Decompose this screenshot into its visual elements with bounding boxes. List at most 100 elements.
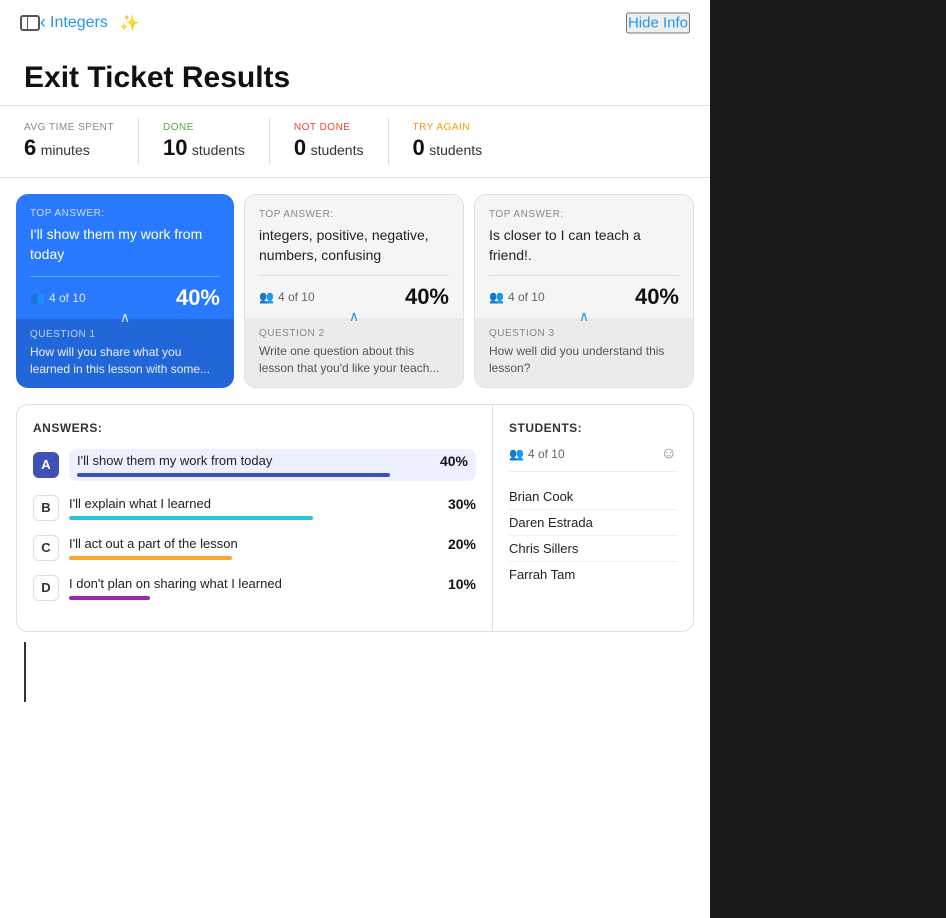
hide-info-button[interactable]: Hide Info bbox=[626, 12, 690, 33]
people-icon-q1: 👥 bbox=[30, 291, 45, 305]
stat-done-unit: students bbox=[192, 142, 245, 158]
student-chris-sillers: Chris Sillers bbox=[509, 536, 677, 562]
top-nav: ‹ Integers ✨ Hide Info bbox=[0, 0, 710, 45]
answer-item-b[interactable]: B I'll explain what I learned 30% bbox=[33, 495, 476, 521]
q2-count: 👥 4 of 10 bbox=[259, 290, 315, 304]
answer-content-b: I'll explain what I learned 30% bbox=[69, 496, 476, 520]
answers-title: ANSWERS: bbox=[33, 421, 476, 435]
stat-try-again-value: 0 bbox=[413, 135, 425, 160]
q1-count: 👥 4 of 10 bbox=[30, 291, 86, 305]
stat-try-again: TRY AGAIN 0 students bbox=[413, 118, 507, 165]
people-icon-q2: 👥 bbox=[259, 290, 274, 304]
q2-percent: 40% bbox=[405, 284, 449, 310]
question-card-2[interactable]: TOP ANSWER: integers, positive, negative… bbox=[244, 194, 464, 388]
bottom-section: ANSWERS: A I'll show them my work from t… bbox=[16, 404, 694, 632]
answer-text-c: I'll act out a part of the lesson bbox=[69, 536, 238, 551]
answer-letter-c: C bbox=[33, 535, 59, 561]
answer-pct-a: 40% bbox=[440, 453, 468, 469]
chevron-up-icon-q3: ∧ bbox=[579, 308, 589, 325]
students-title: STUDENTS: bbox=[509, 421, 677, 435]
student-brian-cook: Brian Cook bbox=[509, 484, 677, 510]
chevron-up-icon-q2: ∧ bbox=[349, 308, 359, 325]
q2-question-text: Write one question about this lesson tha… bbox=[259, 343, 449, 377]
q3-top-answer-label: TOP ANSWER: bbox=[489, 209, 679, 220]
answer-bar-d bbox=[69, 596, 150, 600]
stat-avg-time-unit: minutes bbox=[41, 142, 90, 158]
sparkle-icon: ✨ bbox=[120, 13, 140, 33]
answer-text-b: I'll explain what I learned bbox=[69, 496, 211, 511]
q2-top-answer-text: integers, positive, negative, numbers, c… bbox=[259, 226, 449, 265]
question-card-1-top: TOP ANSWER: I'll show them my work from … bbox=[16, 194, 234, 276]
answer-pct-d: 10% bbox=[448, 576, 476, 592]
students-count-row: 👥 4 of 10 ☺ bbox=[509, 445, 677, 472]
stat-not-done-label: NOT DONE bbox=[294, 122, 364, 133]
stat-try-again-label: TRY AGAIN bbox=[413, 122, 483, 133]
question-card-1-bottom: ∧ QUESTION 1 How will you share what you… bbox=[16, 319, 234, 388]
stats-row: AVG TIME SPENT 6 minutes DONE 10 student… bbox=[0, 105, 710, 178]
dark-panel bbox=[710, 0, 946, 918]
answer-pct-b: 30% bbox=[448, 496, 476, 512]
answer-item-a[interactable]: A I'll show them my work from today 40% bbox=[33, 449, 476, 481]
answer-text-row-a: I'll show them my work from today 40% bbox=[77, 453, 468, 469]
answers-panel: ANSWERS: A I'll show them my work from t… bbox=[17, 405, 493, 631]
q3-number-label: QUESTION 3 bbox=[489, 328, 679, 339]
stat-avg-time: AVG TIME SPENT 6 minutes bbox=[24, 118, 139, 165]
stat-done-label: DONE bbox=[163, 122, 245, 133]
answer-content-d: I don't plan on sharing what I learned 1… bbox=[69, 576, 476, 600]
q3-count: 👥 4 of 10 bbox=[489, 290, 545, 304]
answer-letter-d: D bbox=[33, 575, 59, 601]
q1-question-text: How will you share what you learned in t… bbox=[30, 344, 220, 378]
students-count: 👥 4 of 10 bbox=[509, 447, 565, 461]
chevron-up-icon-q1: ∧ bbox=[120, 309, 130, 326]
answer-item-d[interactable]: D I don't plan on sharing what I learned… bbox=[33, 575, 476, 601]
sidebar-toggle-button[interactable] bbox=[20, 15, 40, 31]
answer-text-row-d: I don't plan on sharing what I learned 1… bbox=[69, 576, 476, 592]
answer-text-a: I'll show them my work from today bbox=[77, 453, 272, 468]
back-label: Integers bbox=[50, 14, 108, 32]
question-card-2-bottom: ∧ QUESTION 2 Write one question about th… bbox=[245, 318, 463, 387]
question-card-3-bottom: ∧ QUESTION 3 How well did you understand… bbox=[475, 318, 693, 387]
q1-top-answer-text: I'll show them my work from today bbox=[30, 225, 220, 264]
answer-text-row-b: I'll explain what I learned 30% bbox=[69, 496, 476, 512]
answer-content-a: I'll show them my work from today 40% bbox=[69, 449, 476, 481]
student-daren-estrada: Daren Estrada bbox=[509, 510, 677, 536]
answer-letter-b: B bbox=[33, 495, 59, 521]
q1-percent: 40% bbox=[176, 285, 220, 311]
answer-text-row-c: I'll act out a part of the lesson 20% bbox=[69, 536, 476, 552]
q3-top-answer-text: Is closer to I can teach a friend!. bbox=[489, 226, 679, 265]
answer-item-c[interactable]: C I'll act out a part of the lesson 20% bbox=[33, 535, 476, 561]
student-farrah-tam: Farrah Tam bbox=[509, 562, 677, 587]
q2-number-label: QUESTION 2 bbox=[259, 328, 449, 339]
stat-done-value: 10 bbox=[163, 135, 187, 160]
stat-avg-time-label: AVG TIME SPENT bbox=[24, 122, 114, 133]
stat-avg-time-value: 6 bbox=[24, 135, 36, 160]
answer-bar-a bbox=[77, 473, 390, 477]
people-icon-students: 👥 bbox=[509, 447, 524, 461]
page-title: Exit Ticket Results bbox=[0, 45, 710, 105]
answer-letter-a: A bbox=[33, 452, 59, 478]
q2-top-answer-label: TOP ANSWER: bbox=[259, 209, 449, 220]
answer-content-c: I'll act out a part of the lesson 20% bbox=[69, 536, 476, 560]
question-cards: TOP ANSWER: I'll show them my work from … bbox=[0, 178, 710, 404]
answer-bar-c bbox=[69, 556, 232, 560]
q1-top-answer-label: TOP ANSWER: bbox=[30, 208, 220, 219]
chevron-left-icon: ‹ bbox=[40, 12, 46, 33]
answer-text-d: I don't plan on sharing what I learned bbox=[69, 576, 282, 591]
question-card-3[interactable]: TOP ANSWER: Is closer to I can teach a f… bbox=[474, 194, 694, 388]
q1-number-label: QUESTION 1 bbox=[30, 329, 220, 340]
stat-try-again-unit: students bbox=[429, 142, 482, 158]
back-button[interactable]: ‹ Integers ✨ bbox=[40, 12, 140, 33]
question-card-2-top: TOP ANSWER: integers, positive, negative… bbox=[245, 195, 463, 275]
people-icon-q3: 👥 bbox=[489, 290, 504, 304]
students-panel: STUDENTS: 👥 4 of 10 ☺ Brian Cook Daren E… bbox=[493, 405, 693, 631]
question-card-3-top: TOP ANSWER: Is closer to I can teach a f… bbox=[475, 195, 693, 275]
q3-question-text: How well did you understand this lesson? bbox=[489, 343, 679, 377]
answer-bar-b bbox=[69, 516, 313, 520]
smiley-icon[interactable]: ☺ bbox=[661, 445, 677, 463]
stat-not-done-value: 0 bbox=[294, 135, 306, 160]
question-card-1[interactable]: TOP ANSWER: I'll show them my work from … bbox=[16, 194, 234, 388]
q3-percent: 40% bbox=[635, 284, 679, 310]
answer-pct-c: 20% bbox=[448, 536, 476, 552]
stat-not-done: NOT DONE 0 students bbox=[294, 118, 389, 165]
stat-done: DONE 10 students bbox=[163, 118, 270, 165]
